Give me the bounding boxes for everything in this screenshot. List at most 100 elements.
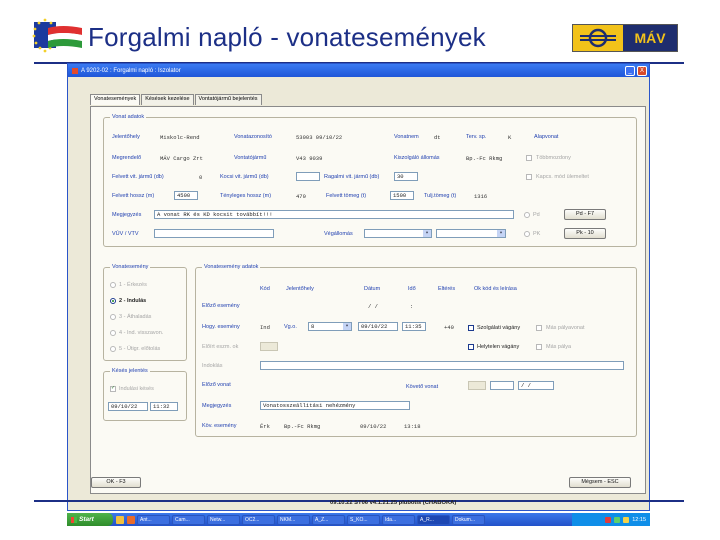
- megsem-button[interactable]: Mégsem - ESC: [569, 477, 631, 488]
- tray-volume-icon[interactable]: [623, 516, 630, 523]
- col-ok: Ok kód és leírása: [474, 286, 517, 292]
- keses-datum-input[interactable]: 09/10/22: [108, 402, 148, 411]
- eloiszt-combo[interactable]: [260, 342, 278, 351]
- presentation-slide: Forgalmi napló - vonatesemények MÁV A 92…: [0, 0, 720, 540]
- kov-kod: Érk: [260, 423, 270, 430]
- vegallomas-label: Végállomás: [324, 231, 353, 237]
- windows-taskbar: Start Ant... Cam... Netw... OC2... NKM..…: [67, 513, 650, 526]
- taskbar-item[interactable]: Cam...: [172, 514, 205, 525]
- koveteso-combo[interactable]: [468, 381, 486, 390]
- tab-vontatojarmu[interactable]: Vontatójármű bejelentés: [194, 94, 262, 105]
- taskbar-item[interactable]: NKM...: [277, 514, 310, 525]
- tenyl-tomeg-value: 1316: [474, 193, 488, 200]
- koveteso-input[interactable]: [490, 381, 514, 390]
- kiszolgalo-value: Bp.-Fc Rkmg: [466, 155, 503, 162]
- taskbar-item[interactable]: Ant...: [137, 514, 170, 525]
- col-datum: Dátum: [364, 286, 381, 292]
- kapcs-checkbox[interactable]: [526, 174, 532, 180]
- quicklaunch-folder-icon[interactable]: [116, 515, 124, 524]
- vegallomas-combo-2[interactable]: ▾: [436, 229, 506, 238]
- indoklas-label: Indoklás: [202, 363, 223, 369]
- indulasi-keses-checkbox[interactable]: [110, 385, 116, 392]
- ok-button[interactable]: OK - F3: [91, 477, 141, 488]
- option-utigr-elotolas: 5 - Útigr. előtolás: [119, 346, 161, 352]
- kov-esemeny-label: Köv. esemény: [202, 423, 237, 429]
- mav-logo-text: MÁV: [634, 30, 666, 46]
- felvett-tomeg-input[interactable]: 1500: [390, 191, 414, 200]
- clock[interactable]: 12:15: [632, 517, 646, 523]
- radio-erkezes[interactable]: [110, 282, 116, 288]
- keses-ido-input[interactable]: 11:32: [150, 402, 178, 411]
- tab-vonatesemenyek[interactable]: Vonatesemények: [90, 94, 141, 105]
- mas-palyavonat-checkbox[interactable]: [536, 325, 542, 331]
- szolgalati-vagany-label: Szolgálati vágány: [477, 325, 521, 331]
- tobbmozdony-label: Többmozdony: [536, 155, 571, 161]
- start-button[interactable]: Start: [67, 513, 113, 526]
- esemeny-megjegyzes-input[interactable]: Vonatosszeállitási nehézmény: [260, 401, 410, 410]
- felvett-tomeg-label: Felvett tömeg (t): [326, 193, 367, 199]
- quicklaunch-browser-icon[interactable]: [127, 515, 135, 524]
- vegallomas-combo-1[interactable]: ▾: [364, 229, 432, 238]
- chevron-down-icon[interactable]: ▾: [423, 230, 431, 237]
- windows-logo-icon: [71, 516, 77, 523]
- vonat-adatok-group: Vonat adatok Jelentőhely Miskolc-Rend Vo…: [103, 114, 637, 247]
- taskbar-item[interactable]: A_R...: [417, 514, 450, 525]
- tray-alert-icon[interactable]: [605, 516, 612, 523]
- chevron-down-icon[interactable]: ▾: [343, 323, 351, 330]
- pd-button[interactable]: Pd - F7: [564, 209, 606, 220]
- hogy-kod: Ind: [260, 324, 270, 331]
- hogy-datum-input[interactable]: 09/10/22: [358, 322, 398, 331]
- radio-ind-visszavon[interactable]: [110, 330, 116, 336]
- ragalmi-input[interactable]: 30: [394, 172, 418, 181]
- taskbar-item[interactable]: Ida...: [382, 514, 415, 525]
- megjegyzes-input[interactable]: A vonat RK és KD kocsit továbbít!!!: [154, 210, 514, 219]
- window-titlebar[interactable]: A 9202-02 : Forgalmi napló : Iszolator _…: [68, 64, 649, 77]
- taskbar-item[interactable]: Netw...: [207, 514, 240, 525]
- jelentohely-label: Jelentőhely: [112, 134, 140, 140]
- esemeny-adatok-legend: Vonatesemény adatok: [202, 264, 261, 270]
- app-icon: [72, 67, 78, 74]
- kocsi-vit-input[interactable]: [296, 172, 320, 181]
- vonatazonosito-value: 53003 09/10/22: [296, 134, 343, 141]
- minimize-button[interactable]: _: [625, 65, 635, 76]
- close-button[interactable]: X: [637, 65, 647, 76]
- elozo-ido: :: [410, 303, 414, 310]
- window-title: A 9202-02 : Forgalmi napló : Iszolator: [81, 67, 181, 74]
- tab-kesesek[interactable]: Késések kezelése: [141, 94, 194, 105]
- pd-radio[interactable]: [524, 212, 530, 218]
- felvett-hossz-label: Felvett hossz (m): [112, 193, 155, 199]
- felvett-hossz-input[interactable]: 4500: [174, 191, 198, 200]
- kov-ido: 13:18: [404, 423, 421, 430]
- option-erkezes: 1 - Érkezés: [119, 282, 147, 288]
- start-label: Start: [79, 516, 94, 523]
- vonatnem-value: dt: [434, 134, 441, 141]
- helytelen-vagany-checkbox[interactable]: [468, 344, 474, 350]
- mas-palya-checkbox[interactable]: [536, 344, 542, 350]
- option-ind-visszavon: 4 - Ind. visszavon.: [119, 330, 164, 336]
- taskbar-item[interactable]: S_KO...: [347, 514, 380, 525]
- chevron-down-icon[interactable]: ▾: [497, 230, 505, 237]
- pk-button[interactable]: Pk - 10: [564, 228, 606, 239]
- radio-indulas[interactable]: [110, 298, 116, 304]
- tray-network-icon[interactable]: [614, 516, 621, 523]
- indoklas-input[interactable]: [260, 361, 624, 370]
- hogy-ido-input[interactable]: 11:35: [402, 322, 426, 331]
- hogy-vagany-combo[interactable]: 8 ▾: [308, 322, 352, 331]
- pk-radio[interactable]: [524, 231, 530, 237]
- tobbmozdony-checkbox[interactable]: [526, 155, 532, 161]
- vonatazonosito-label: Vonatazonosító: [234, 134, 272, 140]
- radio-utigr-elotolas[interactable]: [110, 346, 116, 352]
- szolgalati-vagany-checkbox[interactable]: [468, 325, 474, 331]
- megjegyzes-label: Megjegyzés: [112, 212, 142, 218]
- taskbar-item[interactable]: Dokum...: [452, 514, 485, 525]
- radio-athaladas[interactable]: [110, 314, 116, 320]
- pk-label: PK: [533, 231, 541, 237]
- koveteso-datum-input[interactable]: / /: [518, 381, 554, 390]
- vuv-input[interactable]: [154, 229, 274, 238]
- koveteso-vonat-label: Követő vonat: [406, 384, 439, 390]
- taskbar-item[interactable]: A_Z...: [312, 514, 345, 525]
- keses-legend: Késés jelentés: [110, 368, 150, 374]
- keses-group: Késés jelentés Indulási késés 09/10/22 1…: [103, 368, 187, 421]
- kov-datum: 09/10/22: [360, 423, 387, 430]
- taskbar-item[interactable]: OC2...: [242, 514, 275, 525]
